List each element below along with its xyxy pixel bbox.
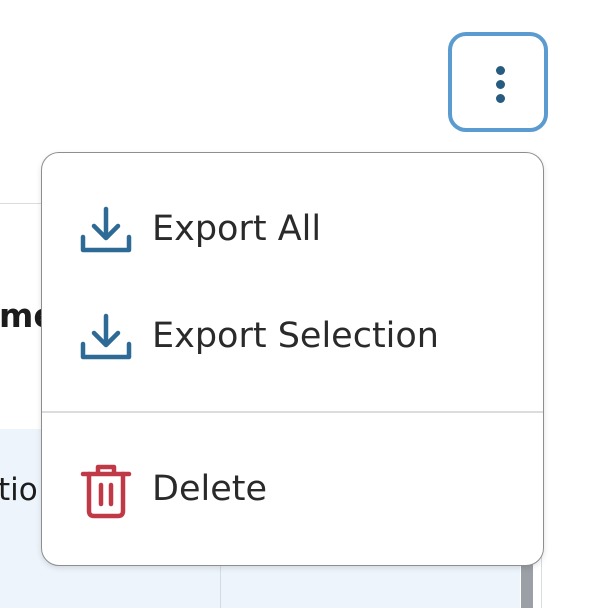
menu-divider: [42, 411, 543, 413]
menu-item-label: Export Selection: [152, 316, 439, 356]
trash-icon: [80, 464, 132, 519]
menu-item-export-all[interactable]: Export All: [42, 179, 543, 279]
actions-menu: Export All Export Selection Delete: [41, 152, 544, 566]
download-icon: [80, 206, 132, 253]
menu-item-label: Export All: [152, 209, 322, 249]
menu-item-delete[interactable]: Delete: [42, 439, 543, 539]
vertical-scrollbar-thumb[interactable]: [521, 560, 533, 608]
menu-item-export-selection[interactable]: Export Selection: [42, 286, 543, 386]
cell-text-fragment: tio: [0, 472, 38, 508]
more-actions-button[interactable]: [448, 32, 548, 132]
page: me tio Export All Export Selection Delet…: [0, 0, 594, 608]
download-icon: [80, 313, 132, 360]
menu-item-label: Delete: [152, 469, 267, 509]
